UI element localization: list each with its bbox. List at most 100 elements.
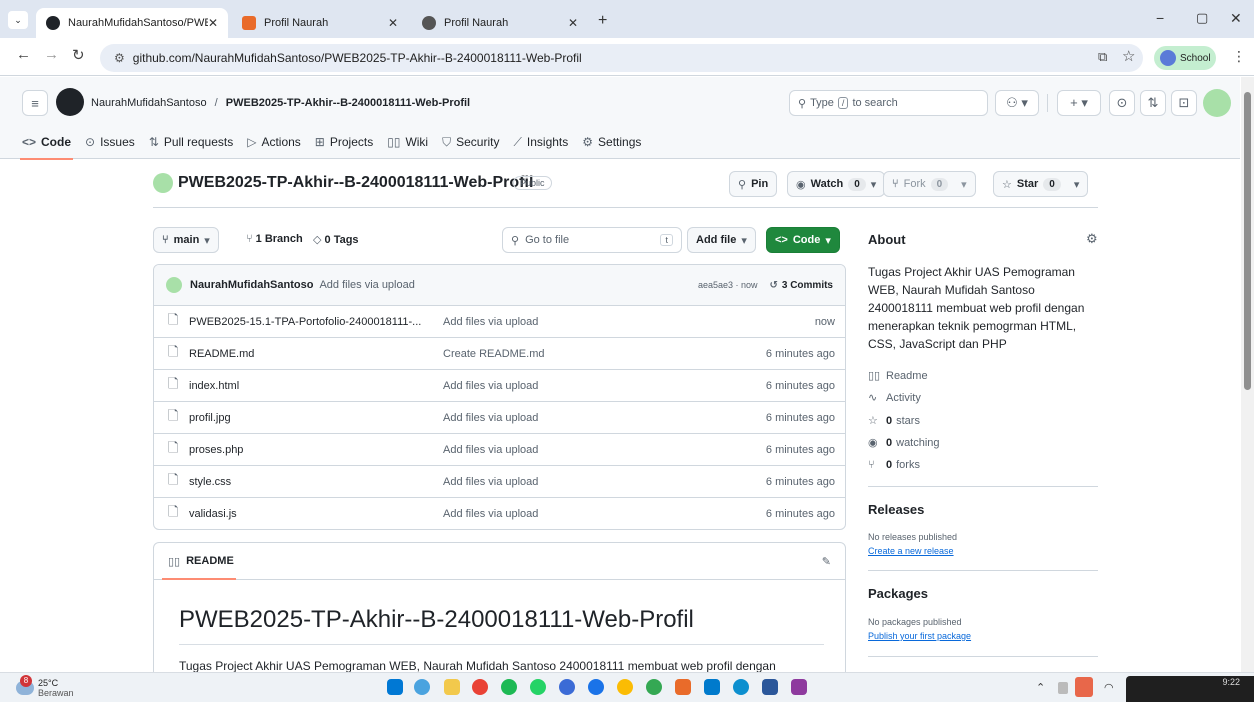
restore-button[interactable]: ▢ — [1196, 10, 1208, 26]
widgets-icon[interactable] — [414, 679, 430, 695]
table-row[interactable]: 🗋 index.html Add files via upload 6 minutes… — [154, 370, 845, 402]
tab-search-icon[interactable]: ⌄ — [8, 11, 28, 29]
pin-button[interactable]: ⚲ Pin — [729, 171, 778, 197]
repo-title[interactable]: PWEB2025-TP-Akhir--B-2400018111-Web-Prof… — [178, 174, 533, 192]
tab-insights[interactable]: ⟋ Insights — [513, 129, 568, 155]
spotify-icon[interactable] — [501, 679, 517, 695]
forward-icon[interactable]: → — [44, 46, 59, 63]
tab-projects[interactable]: ⊞ Projects — [315, 129, 373, 155]
inbox-icon[interactable]: ⊡ — [1171, 90, 1197, 116]
create-new-icon[interactable]: + ▾ — [1057, 90, 1101, 116]
commit-meta[interactable]: aea5ae3 · now — [698, 280, 758, 290]
tags-link[interactable]: ◇ 0 Tags — [313, 233, 359, 246]
address-bar[interactable]: ⚙ github.com/NaurahMufidahSantoso/PWEB20… — [100, 44, 1143, 72]
profile-button[interactable]: School — [1154, 46, 1216, 70]
publish-package-link[interactable]: Publish your first package — [868, 631, 971, 641]
back-icon[interactable]: ← — [16, 46, 31, 63]
search-input[interactable]: ⚲ Type / to search — [789, 90, 988, 116]
microphone-icon[interactable] — [1075, 677, 1093, 697]
repo-tabs: <> Code ⊙ Issues ⇅ Pull requests ▷ Actions ⊞… — [19, 129, 655, 160]
go-to-file-input[interactable]: ⚲ Go to file t — [502, 227, 682, 253]
create-release-link[interactable]: Create a new release — [868, 546, 954, 556]
packages-title[interactable]: Packages — [868, 586, 928, 601]
word-icon[interactable] — [762, 679, 778, 695]
tab-pull-requests[interactable]: ⇅ Pull requests — [149, 129, 233, 155]
watching-link[interactable]: ◉ 0 watching — [868, 436, 940, 450]
table-row[interactable]: 🗋 profil.jpg Add files via upload 6 minutes… — [154, 402, 845, 434]
branch-selector[interactable]: ⑂ main ▾ — [153, 227, 219, 253]
about-settings-gear-icon[interactable]: ⚙ — [1086, 231, 1098, 247]
table-row[interactable]: 🗋 style.css Add files via upload 6 minutes … — [154, 466, 845, 498]
chevron-down-icon: ▾ — [1073, 178, 1080, 191]
close-tab-icon[interactable]: ✕ — [208, 16, 218, 30]
readme-tab[interactable]: ▯▯ README ✎ — [154, 543, 845, 580]
star-button[interactable]: ☆ Star 0 ▾ — [993, 171, 1089, 197]
winrar-icon[interactable] — [791, 679, 807, 695]
app-icon[interactable] — [559, 679, 575, 695]
file-explorer-icon[interactable] — [444, 679, 460, 695]
wifi-icon[interactable]: ◠ — [1104, 681, 1114, 694]
commit-author[interactable]: NaurahMufidahSantoso — [190, 279, 313, 291]
copilot-icon[interactable]: ⚇ ▾ — [995, 90, 1039, 116]
chrome-icon[interactable] — [617, 679, 633, 695]
app-icon[interactable] — [675, 679, 691, 695]
breadcrumb-repo[interactable]: PWEB2025-TP-Akhir--B-2400018111-Web-Prof… — [226, 97, 470, 109]
breadcrumb-owner[interactable]: NaurahMufidahSantoso — [91, 97, 207, 109]
table-row[interactable]: 🗋 proses.php Add files via upload 6 minutes… — [154, 434, 845, 466]
table-row[interactable]: 🗋 validasi.js Add files via upload 6 minute… — [154, 498, 845, 529]
minimize-button[interactable]: − — [1156, 10, 1164, 26]
browser-tab-github[interactable]: NaurahMufidahSantoso/PWEB2 ✕ — [36, 8, 228, 38]
watch-button[interactable]: ◉ Watch 0 ▾ — [787, 171, 886, 197]
branch-icon: ⑂ — [162, 234, 169, 246]
code-button[interactable]: <> Code ▾ — [766, 227, 840, 253]
bookmark-star-icon[interactable]: ☆ — [1122, 47, 1135, 65]
browser-menu-icon[interactable]: ⋮ — [1232, 48, 1246, 65]
tab-actions[interactable]: ▷ Actions — [247, 129, 301, 155]
tab-security[interactable]: ⛉ Security — [442, 129, 499, 155]
readme-link[interactable]: ▯▯ Readme — [868, 369, 928, 383]
table-row[interactable]: 🗋 README.md Create README.md 6 minutes ago — [154, 338, 845, 370]
hamburger-menu-icon[interactable]: ≡ — [22, 90, 48, 116]
browser-tab-profil-1[interactable]: Profil Naurah ✕ — [232, 8, 408, 38]
chrome-icon[interactable] — [646, 679, 662, 695]
add-file-button[interactable]: Add file ▾ — [687, 227, 756, 253]
tab-settings[interactable]: ⚙ Settings — [582, 129, 641, 155]
tab-wiki[interactable]: ▯▯ Wiki — [387, 129, 428, 155]
fork-button[interactable]: ⑂ Fork 0 ▾ — [883, 171, 976, 197]
activity-link[interactable]: ∿ Activity — [868, 391, 921, 405]
commit-message[interactable]: Add files via upload — [319, 279, 414, 291]
tray-chevron-icon[interactable]: ⌃ — [1036, 681, 1045, 694]
edge-icon[interactable] — [733, 679, 749, 695]
user-avatar[interactable] — [1203, 89, 1231, 117]
chrome-icon[interactable] — [472, 679, 488, 695]
github-logo-icon[interactable] — [56, 88, 84, 116]
header-divider — [1047, 94, 1048, 112]
reload-icon[interactable]: ↻ — [72, 46, 85, 64]
chrome-icon[interactable] — [588, 679, 604, 695]
close-tab-icon[interactable]: ✕ — [568, 16, 578, 30]
install-app-icon[interactable]: ⧉ — [1098, 49, 1107, 65]
site-info-icon[interactable]: ⚙ — [114, 51, 125, 65]
new-tab-button[interactable]: + — [598, 12, 607, 30]
whatsapp-icon[interactable] — [530, 679, 546, 695]
browser-tab-profil-2[interactable]: Profil Naurah ✕ — [412, 8, 588, 38]
windows-start-icon[interactable] — [387, 679, 403, 695]
edit-pencil-icon[interactable]: ✎ — [822, 555, 831, 568]
stars-link[interactable]: ☆ 0 stars — [868, 414, 920, 428]
weather-widget[interactable]: 8 25°C Berawan — [16, 675, 74, 698]
branches-link[interactable]: ⑂ 1 Branch — [246, 233, 303, 245]
pull-requests-icon[interactable]: ⇅ — [1140, 90, 1166, 116]
close-window-button[interactable]: ✕ — [1230, 10, 1242, 27]
clock-area[interactable]: 9:22 — [1126, 676, 1254, 702]
tray-app-icon[interactable] — [1058, 682, 1068, 694]
forks-link[interactable]: ⑂ 0 forks — [868, 459, 920, 471]
table-row[interactable]: 🗋 PWEB2025-15.1-TPA-Portofolio-2400018111… — [154, 306, 845, 338]
releases-title[interactable]: Releases — [868, 502, 924, 517]
tab-code[interactable]: <> Code — [19, 129, 74, 160]
scrollbar-thumb[interactable] — [1244, 92, 1251, 390]
close-tab-icon[interactable]: ✕ — [388, 16, 398, 30]
issues-icon[interactable]: ⊙ — [1109, 90, 1135, 116]
tab-issues[interactable]: ⊙ Issues — [85, 129, 135, 155]
commits-link[interactable]: ↺ 3 Commits — [769, 280, 833, 291]
vscode-icon[interactable] — [704, 679, 720, 695]
